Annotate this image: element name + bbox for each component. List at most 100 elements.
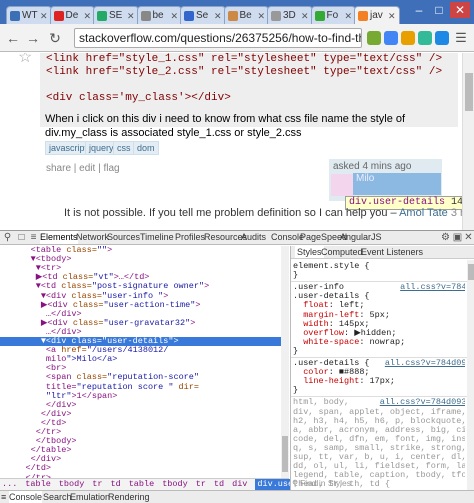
close-icon[interactable]: ✕ (388, 7, 396, 24)
tab-profiles[interactable]: Profiles (175, 231, 205, 244)
breadcrumb-item[interactable]: tr (92, 479, 102, 490)
tag-dom[interactable]: dom (133, 141, 159, 155)
dom-node[interactable]: ▼<td class="post-signature owner"> (0, 282, 281, 291)
tab-timeline[interactable]: Timeline (140, 231, 174, 244)
close-window-icon[interactable]: ✕ (450, 2, 470, 18)
breadcrumb-item[interactable]: table (129, 479, 155, 490)
drawer-tab-emulation[interactable]: Emulation (70, 491, 110, 503)
gear-icon[interactable]: ⚙ (440, 232, 451, 243)
comment-user[interactable]: Amol Tate (399, 207, 448, 219)
dom-node[interactable]: </table> (0, 446, 281, 455)
breadcrumb-item[interactable]: tbody (59, 479, 85, 490)
dom-node[interactable]: </div> (0, 410, 281, 419)
browser-tab[interactable]: Se ✕ (180, 6, 226, 24)
tab-elements[interactable]: Elements (40, 231, 78, 244)
breadcrumb-item[interactable]: td (214, 479, 224, 490)
dom-node[interactable]: <span class="reputation-score" (0, 373, 281, 382)
close-icon[interactable]: ✕ (83, 7, 91, 24)
breadcrumb-item[interactable]: table (25, 479, 51, 490)
post-actions[interactable]: share | edit | flag (46, 163, 120, 174)
close-icon[interactable]: ✕ (40, 7, 48, 24)
address-bar[interactable]: stackoverflow.com/questions/26375256/how… (74, 28, 362, 48)
browser-tab[interactable]: jav ✕ (354, 6, 400, 24)
tab-event-listeners[interactable]: Event Listeners (361, 246, 423, 258)
styles-filter[interactable]: ⚲ Find in Styles (292, 478, 462, 489)
dom-node[interactable]: </td> (0, 419, 281, 428)
forward-arrow-icon[interactable]: → (24, 29, 42, 47)
close-icon[interactable]: ✕ (257, 7, 265, 24)
console-drawer-icon[interactable]: ≡ (28, 232, 39, 243)
browser-tab[interactable]: De ✕ (49, 6, 95, 24)
close-icon[interactable]: ✕ (301, 7, 309, 24)
close-icon[interactable]: ✕ (214, 7, 222, 24)
dom-node[interactable]: ▼<tbody> (0, 255, 281, 264)
reload-icon[interactable]: ↻ (46, 29, 64, 47)
breadcrumb-item[interactable]: div (232, 479, 247, 490)
breadcrumb-item[interactable]: ... (2, 479, 17, 490)
dom-node[interactable]: </div> (0, 455, 281, 464)
page-scrollbar[interactable] (462, 53, 474, 230)
breadcrumb-item[interactable]: tr (196, 479, 206, 490)
extension-icon[interactable] (401, 31, 415, 45)
dom-node[interactable]: </tr> (0, 428, 281, 437)
maximize-icon[interactable]: □ (430, 2, 448, 18)
dom-node[interactable]: </div> (0, 401, 281, 410)
close-icon[interactable]: ✕ (344, 7, 352, 24)
tab-audits[interactable]: Audits (241, 231, 266, 244)
dom-node[interactable]: <table class=""> (0, 246, 281, 255)
breadcrumb-item[interactable]: td (111, 479, 121, 490)
dock-icon[interactable]: ▣ (452, 232, 463, 243)
tab-computed[interactable]: Computed (321, 246, 363, 258)
tab-sources[interactable]: Sources (107, 231, 140, 244)
css-rule-selector: a, abbr, acronym, address, big, cite, (293, 425, 465, 435)
browser-tab[interactable]: be ✕ (136, 6, 182, 24)
tab-styles[interactable]: Styles (295, 246, 324, 258)
close-icon[interactable]: ✕ (127, 7, 135, 24)
drawer-tab-console[interactable]: Console (9, 491, 43, 503)
favorite-star-icon[interactable]: ☆ (18, 53, 32, 67)
browser-tab[interactable]: 3D ✕ (267, 6, 313, 24)
avatar[interactable] (331, 174, 353, 196)
dom-node[interactable]: …</div> (0, 328, 281, 337)
dom-node[interactable]: ▼<div class="user-info "> (0, 292, 281, 301)
drawer-tab-rendering[interactable]: Rendering (108, 491, 150, 503)
browser-tab[interactable]: Fo ✕ (310, 6, 356, 24)
menu-icon[interactable]: ☰ (452, 29, 470, 47)
dom-node[interactable]: milo">Milo</a> (0, 355, 281, 364)
tag-css[interactable]: css (113, 141, 135, 155)
close-icon[interactable]: ✕ (170, 7, 178, 24)
minimize-icon[interactable]: – (410, 2, 428, 18)
user-name-link[interactable]: Milo (356, 173, 374, 184)
extension-icon[interactable] (367, 31, 381, 45)
dom-node-selected[interactable]: ▼<div class="user-details"> (0, 337, 281, 347)
dom-node[interactable]: …</div> (0, 310, 281, 319)
tab-network[interactable]: Network (76, 231, 109, 244)
back-arrow-icon[interactable]: ← (4, 29, 22, 47)
extension-icon[interactable] (384, 31, 398, 45)
breadcrumb-item[interactable]: tbody (162, 479, 188, 490)
device-mode-icon[interactable]: □ (16, 232, 27, 243)
browser-tab[interactable]: SE ✕ (93, 6, 139, 24)
dom-scrollbar[interactable] (281, 246, 289, 478)
browser-tab[interactable]: WT ✕ (6, 6, 52, 24)
close-icon[interactable]: ✕ (463, 232, 474, 243)
styles-filter-input[interactable]: Find in Styles (300, 478, 351, 488)
drawer-tab-search[interactable]: Search (43, 491, 72, 503)
dom-node[interactable]: </td> (0, 464, 281, 473)
inspect-icon[interactable]: ⚲ (2, 232, 13, 243)
dom-node[interactable]: ▶<div class="user-action-time"> (0, 301, 281, 310)
extension-icon[interactable] (435, 31, 449, 45)
dom-node[interactable]: </tbody> (0, 437, 281, 446)
console-drawer-icon[interactable]: ≡ (1, 491, 6, 503)
dom-node[interactable]: <br> (0, 364, 281, 373)
extension-icon[interactable] (418, 31, 432, 45)
styles-scrollbar[interactable] (467, 260, 474, 490)
dom-node[interactable]: ▶<div class="user-gravatar32"> (0, 319, 281, 328)
dom-node[interactable]: <a href="/users/4138012/ (0, 346, 281, 355)
dom-node[interactable]: ▼<tr> (0, 264, 281, 273)
dom-node[interactable]: title="reputation score " dir= (0, 383, 281, 392)
dom-node[interactable]: "ltr">1</span> (0, 392, 281, 401)
dom-node[interactable]: ▶<td class="vt">…</td> (0, 273, 281, 282)
tab-angularjs[interactable]: AngularJS (340, 231, 382, 244)
browser-tab[interactable]: Be ✕ (223, 6, 269, 24)
